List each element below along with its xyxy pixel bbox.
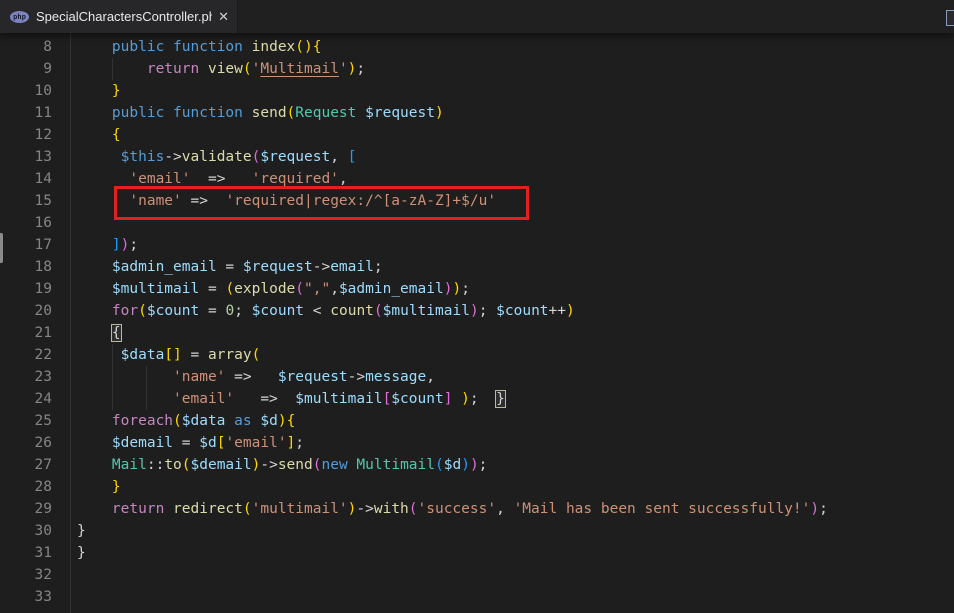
close-icon[interactable]: ✕ <box>218 10 229 23</box>
line-number: 14 <box>0 168 52 190</box>
line-number: 12 <box>0 124 52 146</box>
line-number: 10 <box>0 80 52 102</box>
code-line[interactable]: 25 foreach($data as $d){ <box>0 410 954 432</box>
line-number: 21 <box>0 322 52 344</box>
code-text: $multimail = (explode(",",$admin_email))… <box>77 278 470 300</box>
line-number: 32 <box>0 564 52 586</box>
code-line[interactable]: 17 ]); <box>0 234 954 256</box>
code-line[interactable]: 20 for($count = 0; $count < count($multi… <box>0 300 954 322</box>
code-line[interactable]: 28 } <box>0 476 954 498</box>
line-number: 28 <box>0 476 52 498</box>
code-text: 'name' => $request->message, <box>77 366 435 388</box>
code-text: foreach($data as $d){ <box>77 410 295 432</box>
editor-tab-bar: php SpecialCharactersController.php ✕ <box>0 0 954 33</box>
code-text: { <box>77 124 121 146</box>
code-line[interactable]: 30} <box>0 520 954 542</box>
code-text: $this->validate($request, [ <box>77 146 356 168</box>
code-line[interactable]: 22 $data[] = array( <box>0 344 954 366</box>
code-line[interactable]: 13 $this->validate($request, [ <box>0 146 954 168</box>
code-line[interactable]: 24 'email' => $multimail[$count] ); } <box>0 388 954 410</box>
code-line[interactable]: 21 { <box>0 322 954 344</box>
code-text: $admin_email = $request->email; <box>77 256 383 278</box>
line-number: 19 <box>0 278 52 300</box>
line-number: 29 <box>0 498 52 520</box>
code-text: } <box>77 476 121 498</box>
code-text: for($count = 0; $count < count($multimai… <box>77 300 575 322</box>
code-text: public function send(Request $request) <box>77 102 444 124</box>
line-number: 33 <box>0 586 52 608</box>
code-line[interactable]: 16 <box>0 212 954 234</box>
code-editor[interactable]: 8 public function index(){9 return view(… <box>0 33 954 613</box>
line-number: 31 <box>0 542 52 564</box>
line-number: 13 <box>0 146 52 168</box>
code-line[interactable]: 26 $demail = $d['email']; <box>0 432 954 454</box>
code-text: $demail = $d['email']; <box>77 432 304 454</box>
code-text: return view('Multimail'); <box>77 58 365 80</box>
code-text: } <box>77 520 86 542</box>
code-text: public function index(){ <box>77 36 321 58</box>
code-line[interactable]: 23 'name' => $request->message, <box>0 366 954 388</box>
code-line[interactable]: 29 return redirect('multimail')->with('s… <box>0 498 954 520</box>
line-number: 16 <box>0 212 52 234</box>
split-editor-icon[interactable] <box>946 10 954 26</box>
code-line[interactable]: 32 <box>0 564 954 586</box>
code-line[interactable]: 15 'name' => 'required|regex:/^[a-zA-Z]+… <box>0 190 954 212</box>
code-text: } <box>77 542 86 564</box>
code-line[interactable]: 8 public function index(){ <box>0 36 954 58</box>
code-text: { <box>77 322 121 344</box>
code-line[interactable]: 33 <box>0 586 954 608</box>
line-number: 11 <box>0 102 52 124</box>
code-text: return redirect('multimail')->with('succ… <box>77 498 828 520</box>
code-text: $data[] = array( <box>77 344 260 366</box>
php-file-icon: php <box>10 11 29 23</box>
code-line[interactable]: 10 } <box>0 80 954 102</box>
tab-specialcharacterscontroller-php[interactable]: php SpecialCharactersController.php ✕ <box>0 0 238 33</box>
line-number: 9 <box>0 58 52 80</box>
code-text: 'email' => 'required', <box>77 168 348 190</box>
line-number: 18 <box>0 256 52 278</box>
code-line[interactable]: 9 return view('Multimail'); <box>0 58 954 80</box>
line-number: 22 <box>0 344 52 366</box>
line-number: 30 <box>0 520 52 542</box>
code-text: 'name' => 'required|regex:/^[a-zA-Z]+$/u… <box>77 190 496 212</box>
line-number: 25 <box>0 410 52 432</box>
code-text: } <box>77 80 121 102</box>
code-line[interactable]: 27 Mail::to($demail)->send(new Multimail… <box>0 454 954 476</box>
code-text: Mail::to($demail)->send(new Multimail($d… <box>77 454 487 476</box>
line-number: 8 <box>0 36 52 58</box>
code-line[interactable]: 31} <box>0 542 954 564</box>
line-number: 24 <box>0 388 52 410</box>
line-number: 23 <box>0 366 52 388</box>
code-text: ]); <box>77 234 138 256</box>
code-line[interactable]: 18 $admin_email = $request->email; <box>0 256 954 278</box>
code-line[interactable]: 14 'email' => 'required', <box>0 168 954 190</box>
line-number: 15 <box>0 190 52 212</box>
code-line[interactable]: 12 { <box>0 124 954 146</box>
line-number: 26 <box>0 432 52 454</box>
line-number: 27 <box>0 454 52 476</box>
line-number: 20 <box>0 300 52 322</box>
line-number: 17 <box>0 234 52 256</box>
code-line[interactable]: 19 $multimail = (explode(",",$admin_emai… <box>0 278 954 300</box>
tab-title: SpecialCharactersController.php <box>36 9 212 24</box>
code-line[interactable]: 11 public function send(Request $request… <box>0 102 954 124</box>
code-text: 'email' => $multimail[$count] ); } <box>77 388 505 410</box>
left-edge-marker <box>0 233 3 263</box>
code-lines: 8 public function index(){9 return view(… <box>0 36 954 608</box>
